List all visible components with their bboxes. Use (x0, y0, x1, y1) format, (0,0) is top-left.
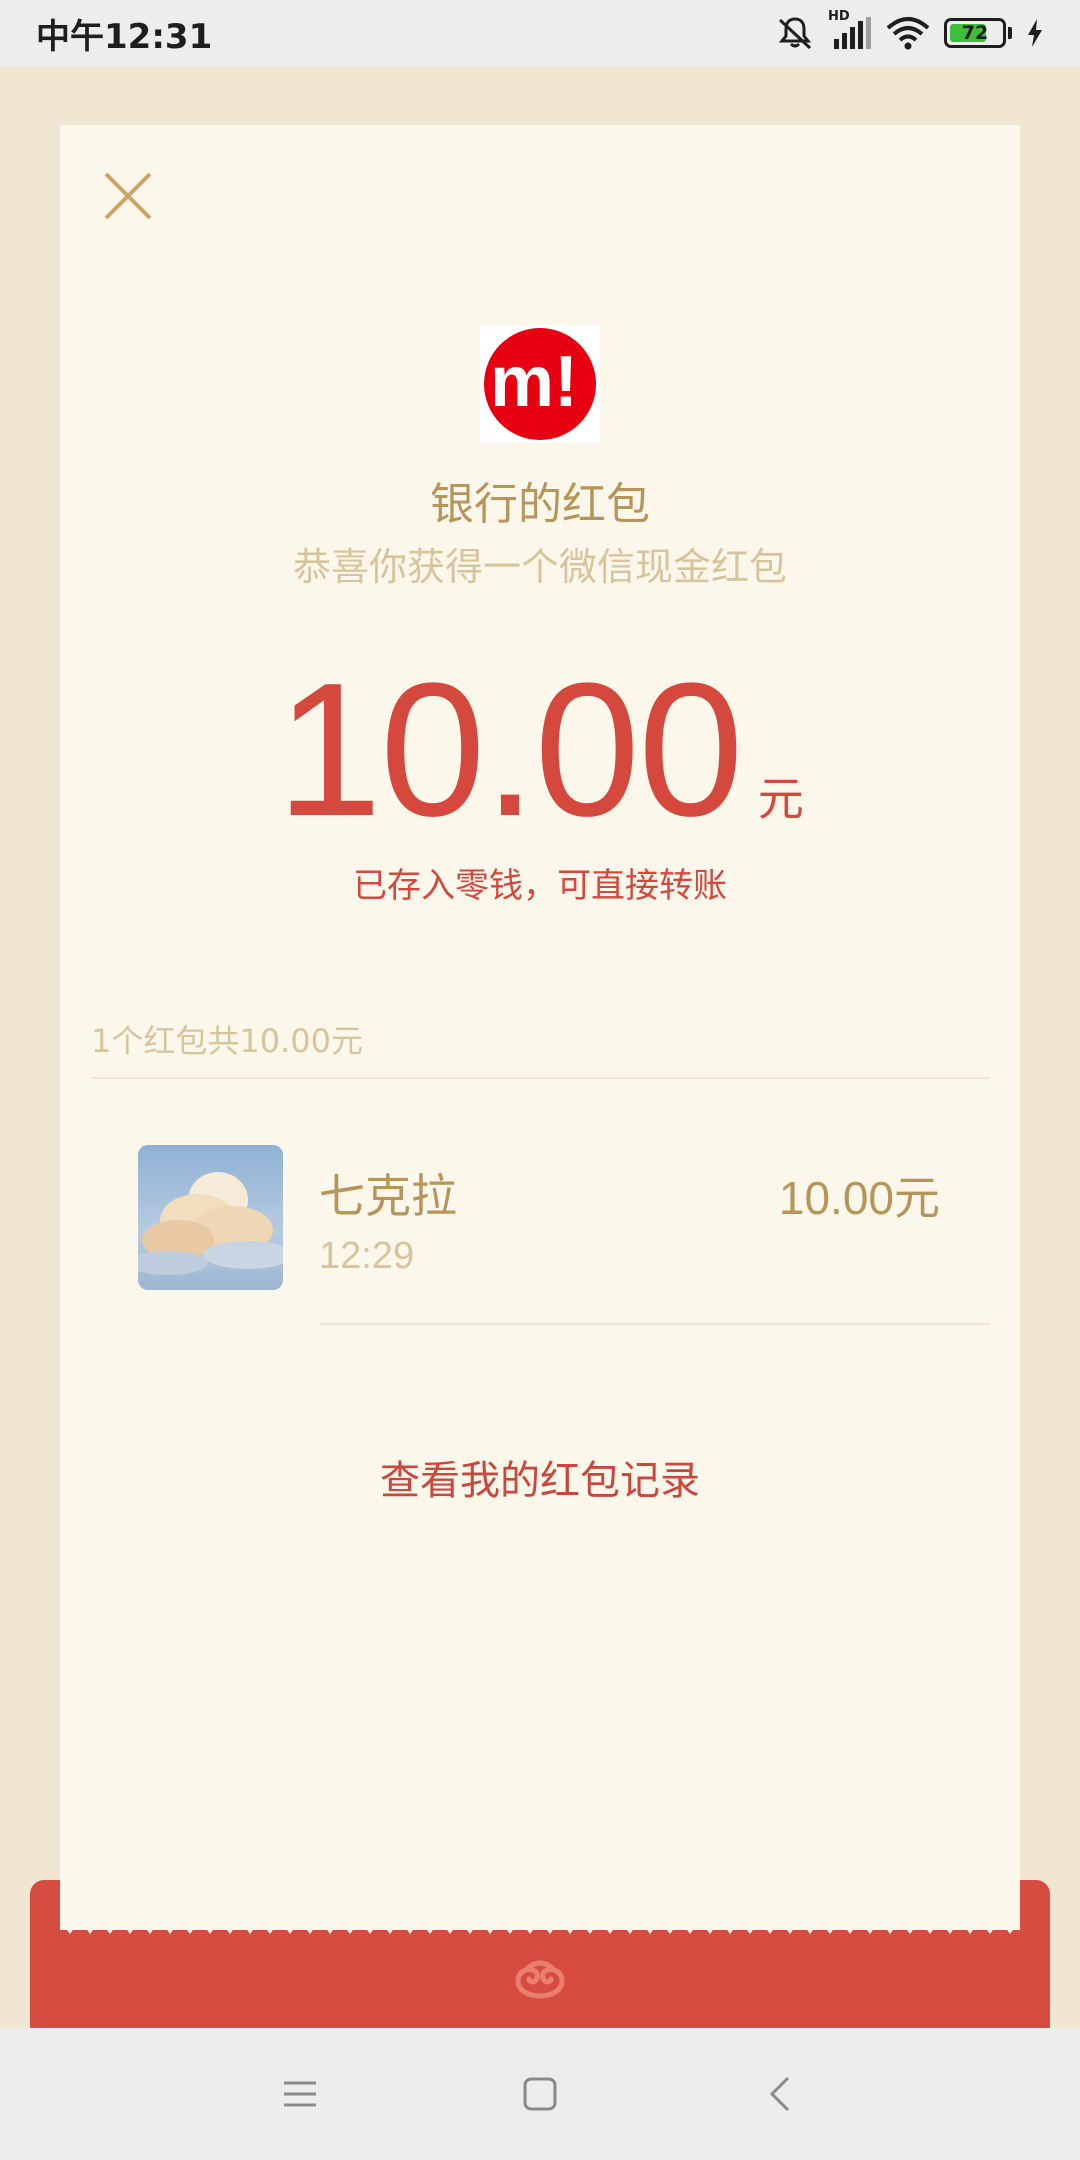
amount-value: 10.00 (276, 644, 743, 856)
status-icons: HD 72 (776, 9, 1044, 53)
signal-icon: HD (828, 9, 872, 51)
wifi-icon (886, 16, 930, 50)
home-button[interactable] (500, 2054, 580, 2134)
battery-level: 72 (961, 22, 989, 44)
mute-icon (776, 14, 814, 52)
divider (91, 1077, 990, 1079)
recipient-name: 七克拉 (319, 1169, 457, 1223)
envelope-emblem-icon (508, 1956, 572, 2004)
back-icon (769, 2076, 790, 2112)
status-bar: 中午12:31 HD 72 (0, 0, 1080, 66)
divider (319, 1323, 990, 1325)
battery-icon: 72 (944, 18, 1006, 48)
recipient-time: 12:29 (319, 1235, 415, 1277)
menu-icon (284, 2081, 316, 2107)
greeting-text: 恭喜你获得一个微信现金红包 (292, 545, 787, 589)
close-icon (104, 172, 152, 220)
network-label: HD (828, 9, 850, 24)
sender-title: 银行的红包 (430, 479, 650, 530)
battery-tip (1008, 27, 1012, 39)
charging-icon (1026, 18, 1044, 48)
navigation-bar (0, 2028, 1080, 2160)
sender-logo: m! (480, 325, 600, 443)
recipient-amount: 10.00元 (778, 1172, 940, 1224)
amount-row: 10.00 元 (60, 655, 1020, 845)
menu-button[interactable] (260, 2054, 340, 2134)
avatar (138, 1145, 283, 1290)
view-history-link[interactable]: 查看我的红包记录 (60, 1448, 1020, 1506)
status-time: 中午12:31 (36, 16, 213, 57)
home-icon (523, 2077, 557, 2111)
amount-unit: 元 (757, 772, 804, 826)
close-button[interactable] (100, 168, 156, 224)
bank-logo-icon: m! (484, 328, 596, 440)
wallet-note-link[interactable]: 已存入零钱，可直接转账 (60, 858, 1020, 907)
back-button[interactable] (740, 2054, 820, 2134)
recipient-row[interactable]: 七克拉 12:29 10.00元 (91, 1080, 990, 1325)
logo-text: m! (490, 342, 578, 422)
card-zigzag-edge (60, 1920, 1020, 1934)
packet-summary: 1个红包共10.00元 (91, 1022, 363, 1060)
